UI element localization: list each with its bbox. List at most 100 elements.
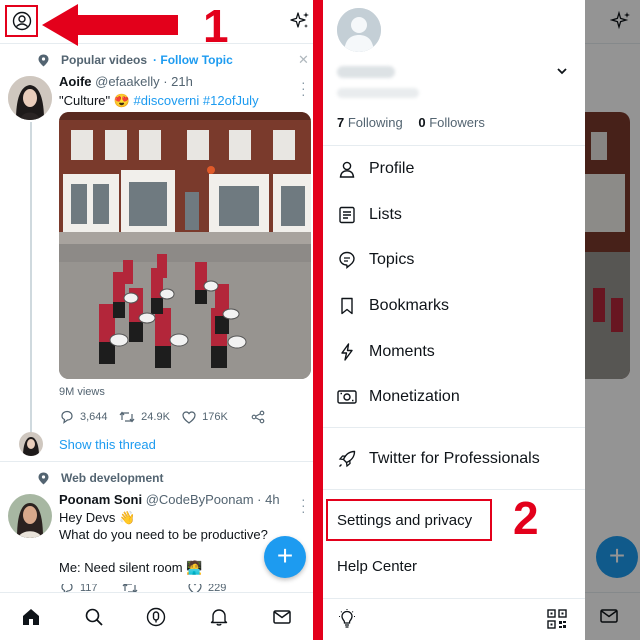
- menu-item-profile[interactable]: Profile: [337, 154, 577, 184]
- chevron-down-icon[interactable]: [555, 64, 569, 78]
- heart-icon: [188, 584, 202, 592]
- annotation-step-2: 2: [513, 492, 539, 544]
- drawer-separator: [323, 489, 585, 490]
- tweet-actions: 3,644 24.9K 176K: [60, 410, 310, 424]
- menu-item-bookmarks[interactable]: Bookmarks: [337, 291, 577, 321]
- home-timeline: 1 Popular videos · Follow Topic ✕ Aoife …: [0, 0, 313, 640]
- more-options-icon[interactable]: · · ·: [301, 492, 306, 518]
- dim-scrim: [585, 0, 640, 640]
- share-icon: [251, 410, 265, 424]
- follow-stats: 7 Following 0 Followers: [337, 115, 485, 130]
- menu-item-lists[interactable]: Lists: [337, 200, 577, 230]
- author-name: Aoife: [59, 74, 92, 89]
- reply-count: 3,644: [80, 411, 108, 423]
- tweet-author[interactable]: Poonam Soni @CodeByPoonam · 4h: [59, 492, 280, 507]
- drawer-footer: [323, 598, 585, 640]
- retweet-icon: [119, 411, 135, 423]
- home-icon[interactable]: [19, 605, 43, 629]
- reply-count: 117: [80, 584, 98, 592]
- reply-button[interactable]: 3,644: [60, 410, 119, 424]
- rocket-icon: [337, 449, 357, 469]
- compose-tweet-button[interactable]: +: [264, 536, 306, 578]
- retweet-icon: [122, 584, 138, 592]
- help-center-item[interactable]: Help Center: [337, 558, 417, 575]
- followers-link[interactable]: 0 Followers: [418, 115, 484, 130]
- default-avatar-icon: [337, 8, 381, 52]
- retweet-count: 24.9K: [141, 411, 170, 423]
- topic-label: Popular videos: [61, 53, 148, 67]
- followers-label: Followers: [425, 115, 485, 130]
- menu-item-label: Twitter for Professionals: [369, 450, 540, 467]
- author-name: Poonam Soni: [59, 492, 143, 507]
- drawer-separator: [323, 427, 585, 428]
- menu-item-topics[interactable]: Topics: [337, 245, 577, 275]
- topic-pin-icon: [38, 472, 49, 484]
- menu-item-label: Moments: [369, 343, 435, 360]
- settings-and-privacy-item[interactable]: Settings and privacy: [337, 512, 472, 529]
- retweet-button[interactable]: 24.9K: [119, 410, 182, 424]
- person-circle-icon: [12, 11, 31, 31]
- hashtag-link[interactable]: #discoverni #12ofJuly: [130, 93, 259, 108]
- topic-icon: [337, 250, 357, 270]
- menu-item-label: Lists: [369, 206, 402, 223]
- menu-item-moments[interactable]: Moments: [337, 337, 577, 367]
- tweet-context: Web development: [38, 471, 163, 485]
- topic-label: Web development: [61, 471, 164, 485]
- tweet-text-line: Hey Devs 👋: [59, 510, 136, 525]
- like-count: 229: [208, 584, 227, 592]
- follow-topic-link[interactable]: · Follow Topic: [153, 53, 233, 67]
- tweet-author[interactable]: Aoife @efaakelly · 21h: [59, 74, 193, 89]
- followers-count: 0: [418, 115, 426, 130]
- list-icon: [337, 205, 357, 225]
- show-thread-link[interactable]: Show this thread: [59, 437, 156, 452]
- tweet-video[interactable]: [59, 112, 311, 379]
- thread-connector: [30, 122, 32, 435]
- person-icon: [337, 159, 357, 179]
- avatar[interactable]: [8, 494, 52, 538]
- annotation-step-1: 1: [203, 0, 229, 52]
- more-options-icon[interactable]: · · ·: [301, 75, 306, 101]
- avatar[interactable]: [8, 76, 52, 120]
- bookmark-icon: [337, 296, 357, 316]
- annotation-arrow-icon: [42, 4, 178, 46]
- messages-icon[interactable]: [270, 605, 294, 629]
- avatar-photo-icon: [8, 76, 52, 120]
- reply-button[interactable]: 117: [60, 584, 122, 592]
- avatar-photo-icon: [19, 432, 43, 456]
- spaces-icon[interactable]: [144, 605, 168, 629]
- annotation-divider: [313, 0, 323, 640]
- menu-item-label: Bookmarks: [369, 297, 450, 314]
- tweet-divider: [0, 461, 313, 462]
- following-label: Following: [344, 115, 403, 130]
- lightbulb-icon[interactable]: [337, 609, 357, 629]
- qr-code-icon[interactable]: [547, 609, 567, 629]
- view-count: 9M views: [59, 386, 105, 398]
- like-button[interactable]: 176K: [182, 410, 251, 424]
- menu-item-monetization[interactable]: Monetization: [337, 382, 577, 412]
- following-link[interactable]: 7 Following: [337, 115, 403, 130]
- thread-avatar: [19, 432, 43, 456]
- notifications-icon[interactable]: [207, 605, 231, 629]
- tweet-text-line: What do you need to be productive?: [59, 527, 268, 542]
- heart-eyes-emoji: 😍: [113, 93, 130, 108]
- tweet-actions: 117 229: [60, 584, 310, 592]
- like-button[interactable]: 229: [188, 584, 260, 592]
- close-icon[interactable]: ✕: [298, 52, 309, 68]
- tweet-context: Popular videos · Follow Topic: [38, 53, 233, 67]
- bottom-nav: [0, 592, 313, 640]
- menu-item-label: Profile: [369, 160, 415, 177]
- blurred-handle: [337, 88, 419, 98]
- retweet-button[interactable]: [122, 584, 188, 592]
- drawer-separator: [323, 145, 585, 146]
- heart-icon: [182, 410, 196, 424]
- profile-menu-button[interactable]: [5, 5, 38, 37]
- menu-item-professionals[interactable]: Twitter for Professionals: [337, 444, 577, 474]
- search-icon[interactable]: [82, 605, 106, 629]
- navigation-drawer: 7 Following 0 Followers Profile Lists To…: [323, 0, 585, 640]
- dimmed-timeline-overlay[interactable]: +: [585, 0, 640, 640]
- sparkle-icon[interactable]: [289, 10, 311, 32]
- share-button[interactable]: [251, 410, 310, 424]
- drawer-avatar[interactable]: [337, 8, 381, 52]
- video-thumbnail-icon: [59, 112, 311, 379]
- money-icon: [337, 387, 357, 407]
